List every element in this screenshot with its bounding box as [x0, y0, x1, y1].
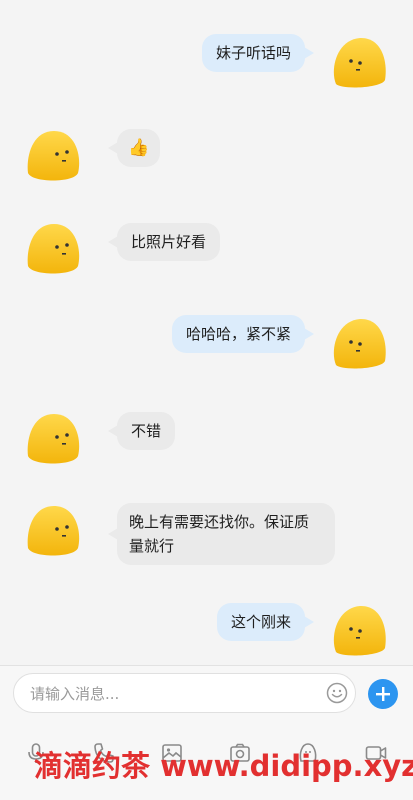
message-bubble[interactable]: 晚上有需要还找你。保证质量就行: [108, 503, 335, 565]
emoji-icon[interactable]: [326, 682, 348, 704]
message-text: 比照片好看: [131, 233, 207, 251]
message-input-bar: [0, 665, 413, 721]
message-text: 妹子听话吗: [215, 44, 291, 62]
avatar[interactable]: [330, 602, 388, 656]
message-bubble[interactable]: 比照片好看: [107, 223, 221, 261]
message-bubble[interactable]: 👍: [107, 129, 161, 167]
message-text: 晚上有需要还找你。保证质量就行: [129, 513, 310, 555]
avatar[interactable]: [24, 220, 82, 274]
message-row: 不错: [0, 410, 413, 466]
message-text: 这个刚来: [230, 613, 291, 631]
message-row: 晚上有需要还找你。保证质量就行: [0, 502, 413, 568]
message-row: 这个刚来: [0, 600, 413, 656]
message-bubble[interactable]: 不错: [107, 412, 176, 450]
message-bubble[interactable]: 这个刚来: [216, 603, 315, 641]
message-bubble[interactable]: 妹子听话吗: [201, 34, 315, 72]
avatar[interactable]: [24, 502, 82, 556]
message-row: 👍: [0, 127, 413, 183]
message-input[interactable]: [28, 674, 322, 714]
message-row: 妹子听话吗: [0, 32, 413, 88]
plus-icon: [376, 687, 390, 701]
watermark: 滴滴约茶 www.didipp.xyz: [34, 749, 413, 783]
thumbs-up-emoji: 👍: [128, 138, 150, 158]
message-row: 比照片好看: [0, 220, 413, 276]
avatar[interactable]: [24, 127, 82, 181]
add-attachment-button[interactable]: [368, 679, 398, 709]
avatar[interactable]: [330, 34, 388, 88]
avatar[interactable]: [330, 315, 388, 369]
message-text: 不错: [131, 422, 162, 440]
avatar[interactable]: [24, 410, 82, 464]
message-bubble[interactable]: 哈哈哈，紧不紧: [171, 315, 315, 353]
message-row: 哈哈哈，紧不紧: [0, 313, 413, 369]
message-text: 哈哈哈，紧不紧: [185, 325, 291, 343]
chat-message-list[interactable]: 妹子听话吗 👍 比照片好看 哈哈哈，紧不紧 不错 晚上有需要还找你。保证质量就行…: [0, 0, 413, 665]
message-input-box[interactable]: [13, 673, 356, 714]
